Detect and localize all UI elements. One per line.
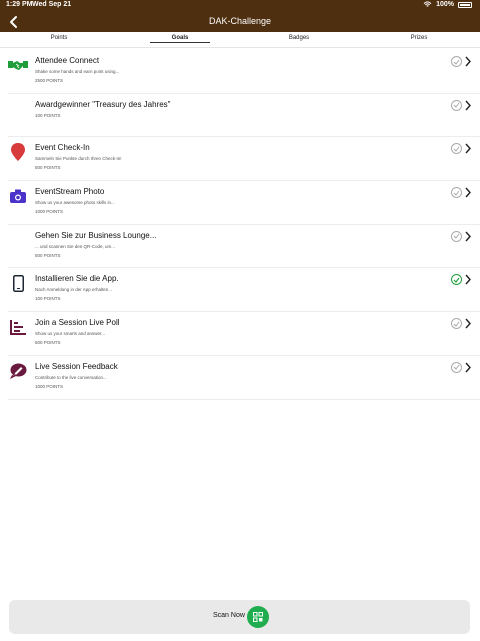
goal-row[interactable]: Gehen Sie zur Business Lounge... ... und… (8, 225, 480, 269)
tab-badges[interactable]: Badges (269, 35, 329, 41)
goal-points: 100 POINTS (35, 296, 61, 302)
chevron-right-icon (465, 231, 471, 242)
chevron-right-icon (465, 143, 471, 154)
goal-row[interactable]: Awardgewinner "Treasury des Jahres" 100 … (8, 94, 480, 138)
goal-row[interactable]: Attendee Connect Shake some hands and ea… (8, 50, 480, 94)
check-icon (451, 187, 462, 199)
status-time: 1:29 PM (6, 1, 33, 8)
goal-title: Live Session Feedback (35, 361, 118, 371)
check-icon (451, 230, 462, 242)
goal-points: 100 POINTS (35, 112, 61, 118)
check-icon (451, 143, 462, 155)
chevron-right-icon (465, 318, 471, 329)
scan-now-label: Scan Now (213, 612, 245, 619)
goal-description: ... und scannen Sie den QR-Code, um... (35, 243, 116, 249)
scan-bar[interactable]: Scan Now (9, 600, 470, 634)
chevron-right-icon (465, 274, 471, 285)
goal-description: Show us your smarts and answer... (35, 331, 106, 337)
scan-now-button[interactable] (247, 606, 269, 628)
check-icon (451, 361, 462, 373)
goal-description: Nach Anmeldung in der App erhalten... (35, 287, 113, 293)
app-header: 1:29 PM Wed Sep 21 100% DAK-Challenge (0, 0, 480, 32)
handshake-icon (8, 56, 28, 74)
goal-title: EventStream Photo (35, 187, 105, 197)
goal-row[interactable]: EventStream Photo Show us your awesome p… (8, 181, 480, 225)
phone-icon (8, 274, 28, 292)
battery-percent: 100% (436, 1, 454, 8)
goal-title: Attendee Connect (35, 56, 100, 65)
goal-description: Sammeln Sie Punkte durch Ihren Check-In! (35, 156, 122, 162)
goal-title: Awardgewinner "Treasury des Jahres" (35, 99, 171, 109)
check-icon (451, 56, 462, 67)
check-icon (451, 99, 462, 111)
tab-goals[interactable]: Goals (150, 35, 210, 43)
goal-points: 1000 POINTS (35, 383, 64, 389)
goal-row[interactable]: Event Check-In Sammeln Sie Punkte durch … (8, 137, 480, 182)
goal-description: Show us your awesome photo skills in... (35, 200, 115, 206)
goal-points: 1000 POINTS (35, 209, 64, 215)
goal-points: 500 POINTS (35, 340, 61, 346)
goal-points: 500 POINTS (35, 252, 61, 258)
tab-prizes[interactable]: Prizes (389, 35, 449, 41)
tab-points[interactable]: Points (29, 35, 89, 41)
chevron-right-icon (465, 100, 471, 111)
status-right: 100% (423, 1, 472, 8)
tab-bar: Points Goals Badges Prizes (0, 32, 480, 48)
camera-icon (8, 187, 28, 205)
goal-title: Installieren Sie die App. (35, 274, 119, 284)
check-icon (451, 318, 462, 330)
goal-row[interactable]: Live Session Feedback Contribute to the … (8, 356, 480, 400)
goal-points: 2500 POINTS (35, 78, 64, 83)
goal-description: Contribute to the live conversation... (35, 374, 107, 380)
chevron-right-icon (465, 362, 471, 373)
goal-points: 500 POINTS (35, 165, 61, 171)
battery-icon (458, 1, 472, 8)
goal-title: Gehen Sie zur Business Lounge... (35, 230, 157, 240)
chevron-right-icon (465, 187, 471, 198)
status-date: Wed Sep 21 (32, 1, 72, 8)
page-title: DAK-Challenge (208, 16, 272, 26)
goal-row[interactable]: Join a Session Live Poll Show us your sm… (8, 312, 480, 356)
chevron-right-icon (465, 56, 471, 67)
goal-title: Join a Session Live Poll (35, 318, 120, 328)
check-complete-icon (451, 274, 462, 286)
goal-row[interactable]: Installieren Sie die App. Nach Anmeldung… (8, 268, 480, 313)
map-pin-icon (8, 143, 28, 162)
feedback-icon (8, 362, 28, 380)
wifi-icon (423, 1, 432, 7)
goal-description: Shake some hands and earn point using... (35, 69, 120, 74)
qr-code-icon (253, 612, 263, 622)
goal-title: Event Check-In (35, 143, 90, 153)
goals-list: Attendee Connect Shake some hands and ea… (0, 50, 480, 400)
poll-icon (8, 318, 28, 336)
